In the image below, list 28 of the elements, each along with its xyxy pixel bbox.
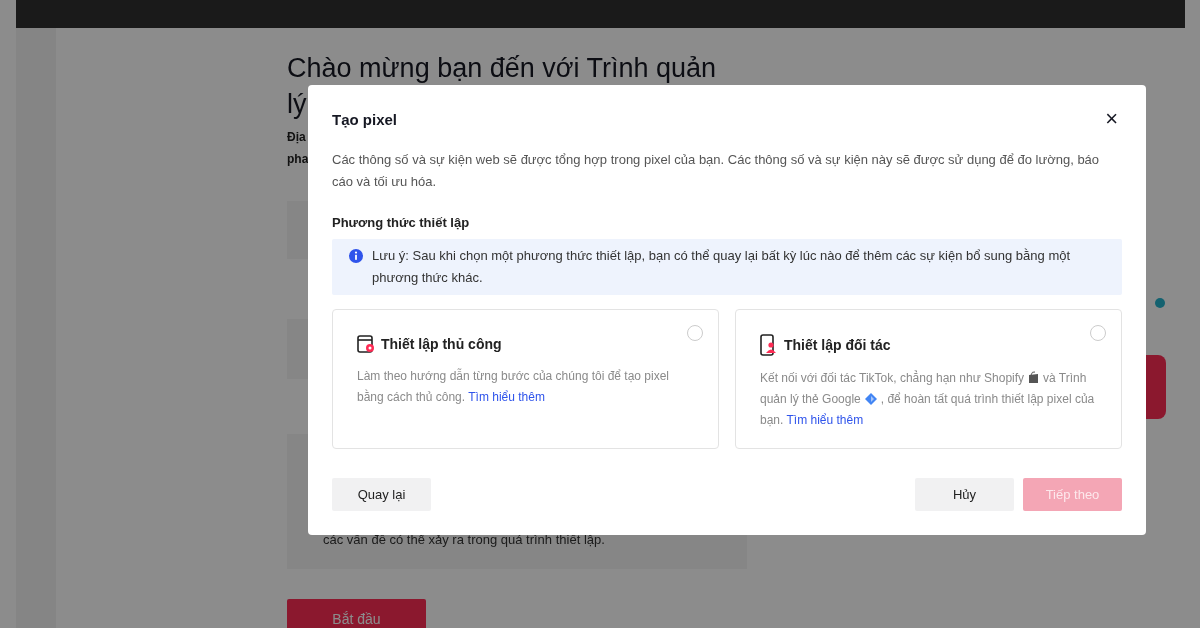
- option-card[interactable]: Thiết lập thủ công Làm theo hướng dẫn từng bước của chúng tôi để tạo pixel bằng cách thủ công. Tìm hiểu thêm: [332, 309, 719, 449]
- option-description: Kết nối với đối tác TikTok, chẳng hạn như Shopify và Trình quản lý thẻ Google , để hoàn tất quá trình thiết lập pixel của bạn. Tìm hiểu thêm: [760, 369, 1096, 429]
- status-dot: [1155, 298, 1165, 308]
- dialog-description: Các thông số và sự kiện web sẽ được tổng hợp trong pixel của bạn. Các thông số và sự kiện này sẽ được sử dụng để đo lường, báo cáo và tối ưu hóa.: [332, 151, 1101, 191]
- radio-button[interactable]: [687, 325, 703, 341]
- option-title: Thiết lập đối tác: [784, 337, 891, 353]
- intro-text: Địa: [287, 129, 306, 146]
- card-text: các vấn đề có thể xảy ra trong quá trình thiết lập.: [323, 532, 605, 547]
- radio-button[interactable]: [1090, 325, 1106, 341]
- cancel-button[interactable]: Hủy: [915, 478, 1014, 511]
- page-heading: Chào mừng bạn đến với Trình quản: [287, 52, 717, 85]
- intro-text: pha: [287, 151, 309, 168]
- learn-more-link[interactable]: Tìm hiểu thêm: [468, 390, 545, 404]
- phone-user-icon: [760, 334, 778, 356]
- page-heading: lý: [287, 88, 307, 121]
- option-card[interactable]: Thiết lập đối tác Kết nối với đối tác TikTok, chẳng hạn như Shopify và Trình quản lý thẻ Google , để hoàn tất quá trình thiết lập pixel của bạn. Tìm hiểu thêm: [735, 309, 1122, 449]
- info-icon: [348, 248, 364, 264]
- close-button[interactable]: ×: [1101, 109, 1122, 129]
- back-button[interactable]: Quay lại: [332, 478, 431, 511]
- diamond-icon: [864, 393, 877, 405]
- dialog-title: Tạo pixel: [332, 110, 398, 128]
- calendar-icon: [357, 334, 375, 354]
- section-label: Phương thức thiết lập: [332, 215, 471, 230]
- note-text: Lưu ý: Sau khi chọn một phương thức thiết lập, bạn có thể quay lại bất kỳ lúc nào để thêm các sự kiện bổ sung bằng một phương thức khác.: [372, 247, 1072, 287]
- learn-more-link[interactable]: Tìm hiểu thêm: [786, 413, 864, 427]
- option-title: Thiết lập thủ công: [381, 336, 502, 352]
- shopping-bag-icon: [1028, 371, 1040, 384]
- option-description: Làm theo hướng dẫn từng bước của chúng tôi để tạo pixel bằng cách thủ công. Tìm hiểu thêm: [357, 367, 671, 406]
